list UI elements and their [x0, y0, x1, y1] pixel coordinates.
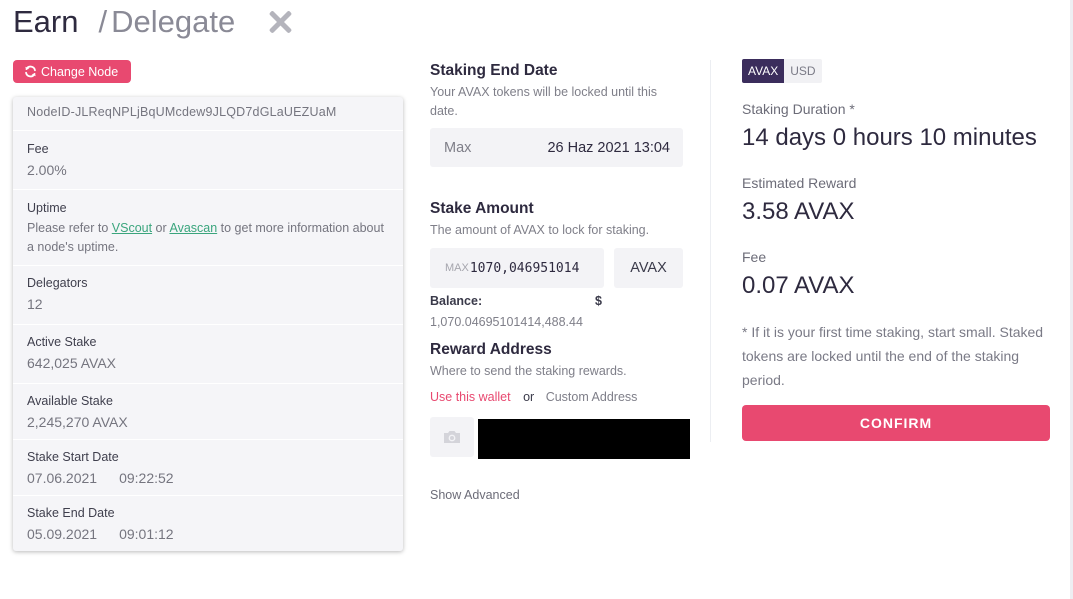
stake-amount-desc: The amount of AVAX to lock for staking.: [430, 223, 650, 237]
uptime-label: Uptime: [27, 201, 67, 215]
available-stake-label: Available Stake: [27, 394, 113, 408]
currency-option-usd[interactable]: USD: [784, 59, 822, 83]
fee-row: Fee 2.00%: [13, 131, 403, 190]
balance-values: 1,070.04695101414,488.44: [430, 315, 583, 329]
active-stake-row: Active Stake 642,025 AVAX: [13, 325, 403, 384]
confirm-button[interactable]: CONFIRM: [742, 405, 1050, 441]
usd-symbol: $: [595, 294, 602, 308]
stake-start-value: 07.06.2021 09:22:52: [27, 470, 403, 486]
currency-toggle: AVAX USD: [742, 59, 822, 83]
avascan-link[interactable]: Avascan: [169, 221, 217, 235]
uptime-help-or: or: [152, 221, 170, 235]
reward-or-text: or: [523, 390, 535, 404]
column-divider: [710, 60, 711, 442]
delegators-row: Delegators 12: [13, 266, 403, 325]
node-info-card: NodeID-JLReqNPLjBqUMcdew9JLQD7dGLaUEZUaM…: [13, 97, 403, 551]
node-id: NodeID-JLReqNPLjBqUMcdew9JLQD7dGLaUEZUaM: [27, 105, 337, 119]
staking-duration-label: Staking Duration *: [742, 101, 855, 117]
stake-end-value: 05.09.2021 09:01:12: [27, 526, 403, 542]
uptime-row: Uptime Please refer to VScout or Avascan…: [13, 190, 403, 266]
change-node-button[interactable]: Change Node: [13, 60, 132, 83]
balance-label: Balance:: [430, 294, 483, 308]
stake-start-date: 07.06.2021: [27, 470, 98, 486]
stake-start-label: Stake Start Date: [27, 450, 119, 464]
reward-address-title: Reward Address: [430, 341, 552, 358]
vscout-link[interactable]: VScout: [112, 221, 152, 235]
page-header: Earn / Delegate: [13, 2, 293, 42]
estimated-reward-value: 3.58 AVAX: [742, 198, 855, 225]
stake-start-time: 09:22:52: [119, 470, 174, 486]
redacted-address-field[interactable]: [478, 419, 690, 459]
fee-label: Fee: [27, 142, 49, 156]
staking-duration-value: 14 days 0 hours 10 minutes: [742, 124, 1037, 151]
refresh-icon: [25, 65, 36, 78]
custom-address-option[interactable]: Custom Address: [546, 390, 638, 404]
show-advanced-link[interactable]: Show Advanced: [430, 488, 520, 502]
use-this-wallet-option[interactable]: Use this wallet: [430, 390, 511, 404]
node-id-row: NodeID-JLReqNPLjBqUMcdew9JLQD7dGLaUEZUaM: [13, 97, 403, 131]
reward-options: Use this wallet or Custom Address: [430, 390, 637, 404]
close-icon[interactable]: [267, 9, 293, 35]
breadcrumb-delegate: Delegate: [111, 4, 236, 39]
fee-value: 2.00%: [27, 162, 67, 178]
stake-max-button[interactable]: MAX: [445, 262, 469, 274]
uptime-help-text: Please refer to VScout or Avascan to get…: [27, 219, 387, 257]
camera-icon: [444, 431, 460, 443]
balance-usd-value: 414,488.44: [520, 315, 583, 329]
stake-end-label: Stake End Date: [27, 506, 115, 520]
currency-option-avax[interactable]: AVAX: [742, 59, 785, 83]
available-stake-row: Available Stake 2,245,270 AVAX: [13, 384, 403, 440]
qr-scan-button[interactable]: [430, 417, 474, 457]
uptime-help-prefix: Please refer to: [27, 221, 112, 235]
stake-currency-label: AVAX: [614, 248, 683, 288]
summary-fee-label: Fee: [742, 249, 767, 265]
staking-end-date-value: 26 Haz 2021 13:04: [547, 139, 670, 156]
available-stake-value: 2,245,270 AVAX: [27, 414, 128, 430]
stake-start-row: Stake Start Date 07.06.2021 09:22:52: [13, 440, 403, 496]
estimated-reward-label: Estimated Reward: [742, 175, 857, 191]
stake-amount-input[interactable]: MAX 1070,046951014: [430, 248, 604, 288]
change-node-label: Change Node: [41, 64, 119, 79]
stake-end-row: Stake End Date 05.09.2021 09:01:12: [13, 496, 403, 551]
staking-end-title: Staking End Date: [430, 62, 558, 79]
reward-address-desc: Where to send the staking rewards.: [430, 364, 627, 378]
staking-end-max-label[interactable]: Max: [444, 140, 471, 156]
staking-end-desc: Your AVAX tokens will be locked until th…: [430, 85, 657, 118]
summary-fee-value: 0.07 AVAX: [742, 272, 855, 299]
stake-end-date: 05.09.2021: [27, 526, 98, 542]
stake-amount-value[interactable]: 1070,046951014: [470, 261, 580, 276]
stake-end-time: 09:01:12: [119, 526, 174, 542]
delegators-label: Delegators: [27, 276, 88, 290]
active-stake-value: 642,025 AVAX: [27, 355, 116, 371]
balance-value: 1,070.04695101: [430, 315, 521, 329]
active-stake-label: Active Stake: [27, 335, 97, 349]
stake-amount-title: Stake Amount: [430, 200, 534, 217]
staking-note: * If it is your first time staking, star…: [742, 324, 1044, 388]
breadcrumb-separator: /: [98, 4, 108, 39]
delegators-value: 12: [27, 296, 43, 312]
breadcrumb-earn[interactable]: Earn: [13, 4, 78, 40]
staking-end-date-picker[interactable]: Max 26 Haz 2021 13:04: [430, 128, 683, 167]
